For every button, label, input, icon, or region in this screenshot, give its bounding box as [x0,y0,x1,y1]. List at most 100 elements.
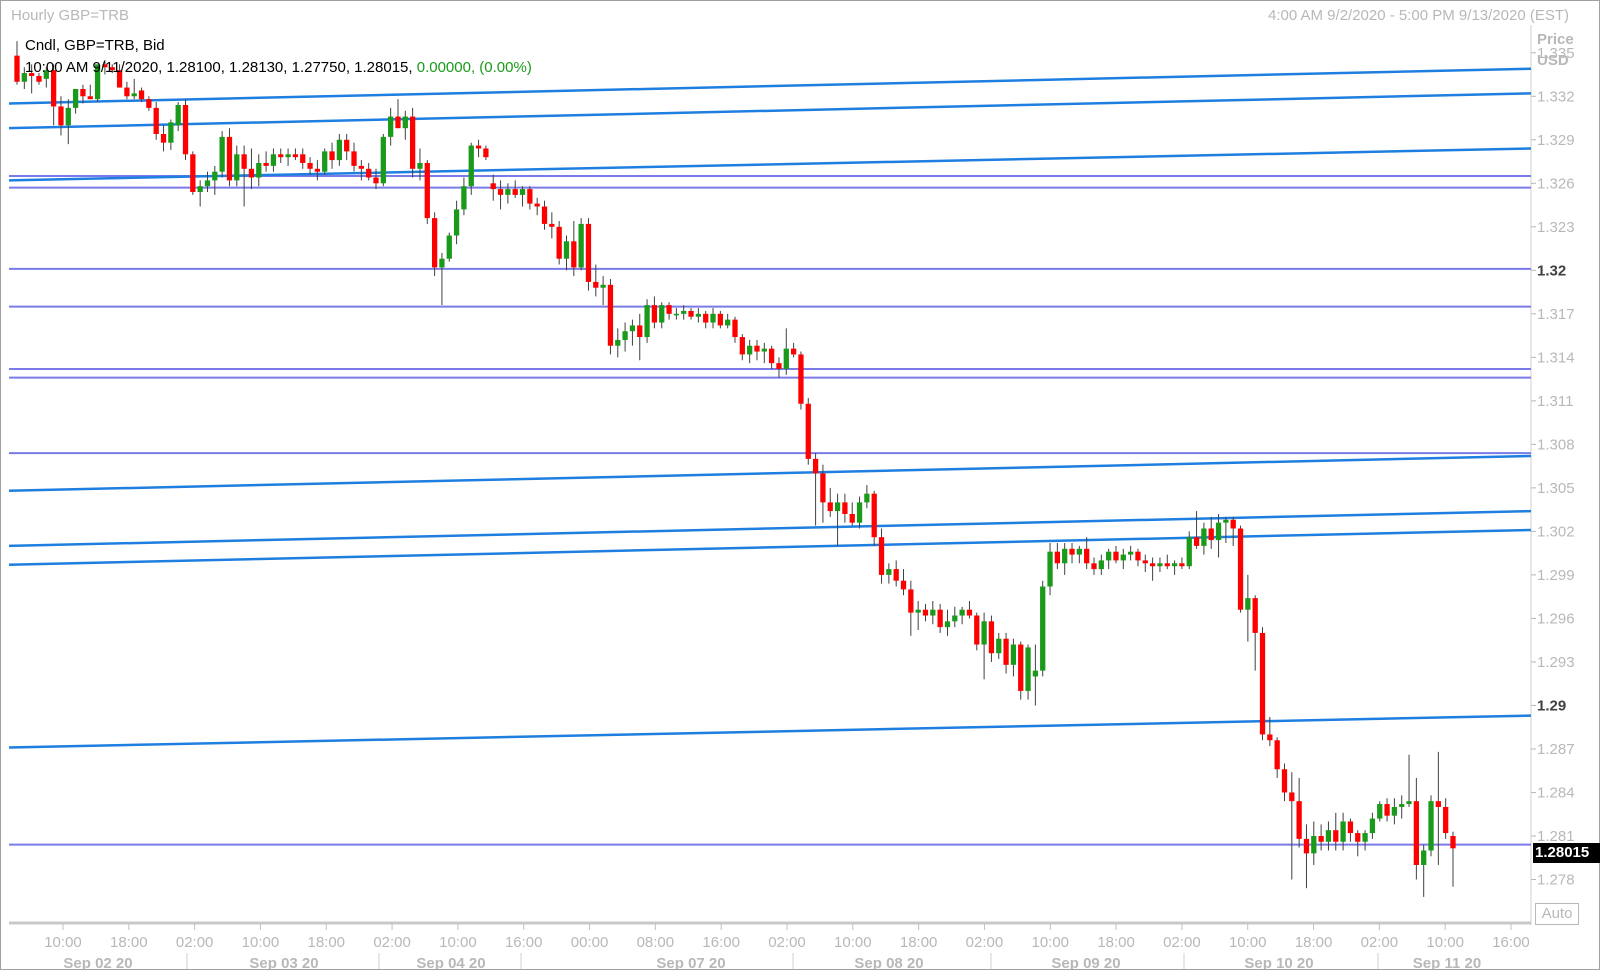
candle [1450,831,1456,887]
time-tick-label: 08:00 [637,934,675,951]
candle-body [1149,563,1156,567]
candle [226,128,233,187]
candle [1091,557,1097,575]
time-tick-label: 16:00 [702,934,740,951]
candle-body [72,89,79,108]
candle-body [322,151,328,172]
price-tick-label: 1.311 [1537,393,1573,410]
candle [461,177,467,216]
candle [1406,754,1412,807]
candle-body [1193,537,1200,546]
candle [622,322,628,352]
candle-body [1069,548,1075,555]
candle-body [1391,806,1398,816]
candle [212,165,218,195]
candle-body [1047,551,1053,587]
candle-body [36,75,42,82]
candle [878,528,885,584]
price-tick-label: 1.332 [1537,88,1575,105]
candle [256,154,262,187]
candle [1127,545,1134,561]
candle-body [204,180,211,187]
candle [1120,548,1126,570]
candle-body [468,145,474,187]
price-tick-label: 1.32 [1537,262,1566,279]
price-axis-header: Price USD [1537,29,1574,71]
candle-body [1325,830,1332,842]
price-tick-label: 1.314 [1537,349,1575,366]
day-label: Sep 03 20 [249,955,318,969]
candle-body [197,186,203,192]
candle-body [395,116,401,129]
candle [380,133,386,187]
time-tick-label: 16:00 [505,934,543,951]
day-label: Sep 08 20 [854,955,923,969]
time-axis: 10:00 18:00 02:00 10:00 18:00 02:00 10:00 16:00… [44,924,1530,969]
candle [1421,844,1427,897]
candle-body [160,133,167,143]
candle [1142,554,1148,573]
candle [1179,557,1185,570]
candlestick-chart[interactable]: 1.3351.3321.3291.3261.3231.321.3171.3141… [1,1,1599,969]
candle-body [768,348,775,364]
candle [490,174,496,201]
candle [1318,824,1324,851]
candle-body [1311,835,1317,854]
candle [790,342,797,358]
candle-body [182,104,189,155]
candle [190,151,196,195]
candle-body [241,154,247,169]
candle-body [871,493,877,538]
candle-body [864,493,870,503]
candle [563,235,570,271]
candle-body [915,609,921,613]
candle [263,151,269,172]
candle [571,221,577,277]
candle [629,319,636,346]
candle [409,107,416,178]
price-tick-label: 1.287 [1537,741,1575,758]
candle [270,148,277,172]
candle-body [417,162,423,169]
candle [834,493,841,546]
candle-body [1186,537,1192,567]
trendline [8,454,1532,493]
candle [966,601,973,619]
candle-body [1303,838,1310,854]
candle [820,464,826,523]
candle-body [1333,830,1339,842]
candle-body [761,348,767,352]
candle [849,502,855,526]
candle-body [219,136,225,172]
candle [219,131,225,178]
candle [783,328,789,375]
candle-body [1413,801,1420,865]
candle [996,632,1002,660]
candle-body [1362,833,1368,842]
candle [146,96,152,111]
candle-body [512,189,518,195]
candle-body [703,313,709,323]
candle-body [446,235,452,259]
candle [1157,557,1163,573]
candle [886,563,892,584]
candle-body [270,154,277,166]
candle [747,339,753,364]
candle-body [1340,821,1346,842]
candle-body [563,241,570,259]
candle-body [688,310,694,317]
candle [651,296,658,329]
time-tick-label: 02:00 [1361,934,1399,951]
candle [988,615,995,662]
candle-body [453,209,460,236]
candle [695,308,702,323]
auto-scale-button[interactable]: Auto [1535,903,1579,925]
candle-body [541,206,548,224]
candle [65,99,71,145]
candle [1296,777,1302,848]
candle [1413,777,1420,880]
candle-body [300,154,306,163]
candle-body [1237,528,1244,610]
candle [607,279,614,355]
candle-body [475,145,482,149]
